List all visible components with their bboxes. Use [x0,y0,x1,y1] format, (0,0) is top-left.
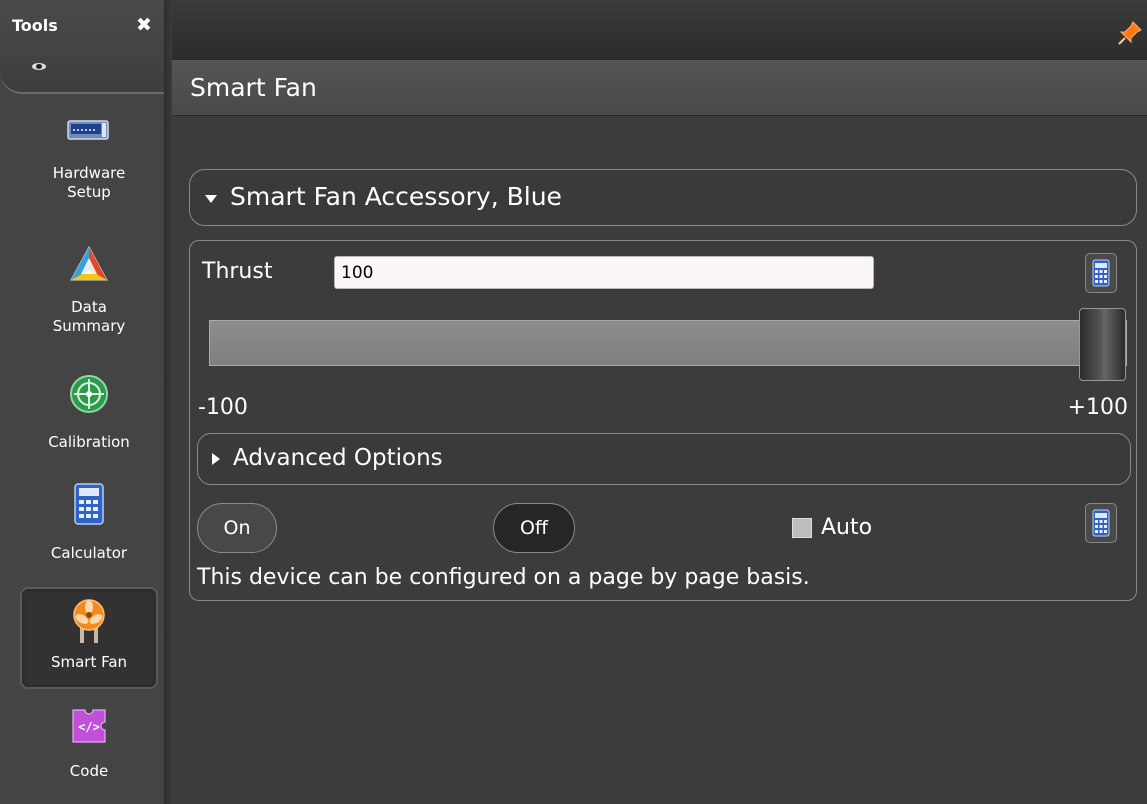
calculator-icon [74,483,104,525]
slider-min-label: -100 [198,395,248,420]
sidebar-item-label: Code [69,762,109,780]
top-toolbar [172,0,1147,61]
configuration-note: This device can be configured on a page … [197,565,810,590]
calculator-icon [1092,259,1110,287]
sidebar-divider [164,0,172,804]
page-title-bar: Smart Fan [172,61,1147,116]
sidebar-item-code[interactable]: </> Code [20,704,158,794]
hardware-setup-icon [67,120,109,140]
advanced-options-label: Advanced Options [233,445,443,471]
smart-fan-icon [73,599,105,643]
thrust-calculator-button[interactable] [1085,253,1117,293]
thrust-input[interactable] [334,256,874,289]
data-summary-icon [70,245,108,281]
sidebar-item-label: Calibration [48,433,130,451]
expand-down-arrow-icon [205,195,217,203]
expand-right-arrow-icon [212,453,220,465]
sidebar-item-calibration[interactable]: Calibration [20,374,158,464]
sidebar-item-label: Smart Fan [50,653,128,671]
tools-title: Tools [12,16,58,35]
off-button[interactable]: Off [493,503,575,553]
accessory-collapse-header[interactable]: Smart Fan Accessory, Blue [189,169,1137,226]
sidebar-item-label: Calculator [50,544,128,562]
sidebar-item-data-summary[interactable]: Data Summary [20,244,158,348]
calibration-icon [70,375,108,413]
device-panel: Thrust -100 +100 Advanced Options On Off… [189,240,1137,601]
auto-checkbox[interactable] [792,518,812,538]
tools-sidebar: Tools ✖ Hardware Setup Data Summary Cali… [0,0,168,804]
accessory-title: Smart Fan Accessory, Blue [230,182,562,211]
on-button[interactable]: On [197,503,277,553]
close-icon[interactable]: ✖ [133,14,155,36]
control-calculator-button[interactable] [1085,503,1117,543]
sidebar-header: Tools ✖ [0,0,168,94]
thrust-label: Thrust [202,259,273,284]
code-icon: </> [72,709,106,743]
advanced-options-header[interactable]: Advanced Options [197,433,1131,485]
sidebar-item-calculator[interactable]: Calculator [20,483,158,573]
sidebar-item-hardware-setup[interactable]: Hardware Setup [20,112,158,216]
calculator-icon [1092,509,1110,537]
thrust-slider-track[interactable] [209,320,1127,366]
sidebar-item-label: Setup [67,183,111,201]
pin-icon[interactable] [1117,20,1143,46]
sidebar-item-label: Hardware [52,164,126,182]
sidebar-item-smart-fan[interactable]: Smart Fan [20,587,158,689]
slider-max-label: +100 [1067,395,1128,420]
auto-label[interactable]: Auto [821,515,872,540]
sidebar-item-label: Data [71,298,107,316]
eye-icon[interactable] [32,63,46,70]
sidebar-item-label: Summary [52,317,126,335]
svg-text:</>: </> [78,720,100,734]
page-title: Smart Fan [190,73,317,102]
thrust-slider-handle[interactable] [1079,308,1126,381]
